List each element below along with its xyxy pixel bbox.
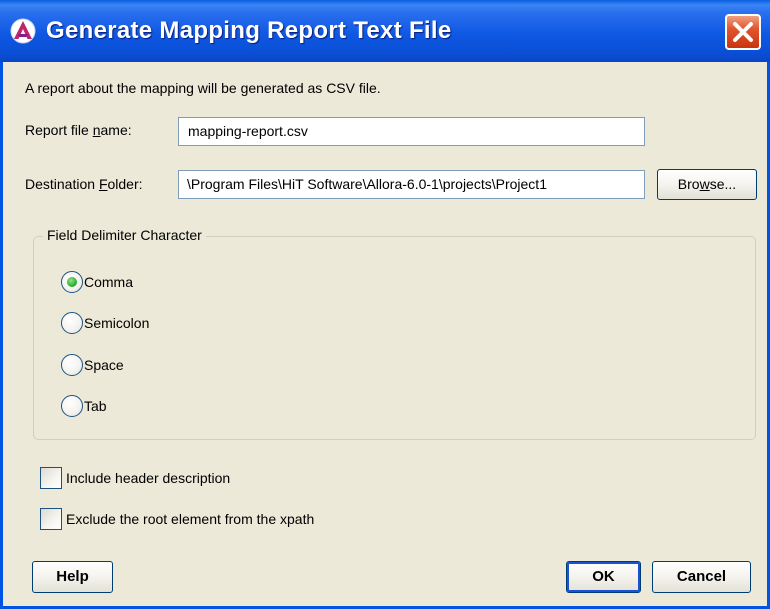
report-file-name-input[interactable]: mapping-report.csv xyxy=(178,117,645,146)
include-header-checkbox[interactable] xyxy=(40,467,62,489)
destination-folder-input[interactable]: \Program Files\HiT Software\Allora-6.0-1… xyxy=(178,170,645,199)
browse-button[interactable]: Browse... xyxy=(657,169,757,200)
window-title: Generate Mapping Report Text File xyxy=(46,17,452,44)
dialog-window: Generate Mapping Report Text File A repo… xyxy=(0,0,770,609)
exclude-root-checkbox[interactable] xyxy=(40,508,62,530)
destination-folder-label: Destination Folder: xyxy=(25,176,143,192)
field-delimiter-title: Field Delimiter Character xyxy=(43,227,206,243)
exclude-root-label: Exclude the root element from the xpath xyxy=(66,511,315,527)
report-file-name-label: Report file name: xyxy=(25,122,132,138)
radio-selected-dot xyxy=(67,277,77,287)
radio-space-label: Space xyxy=(84,357,124,373)
radio-semicolon[interactable] xyxy=(61,312,83,334)
cancel-button[interactable]: Cancel xyxy=(652,561,751,593)
dialog-description: A report about the mapping will be gener… xyxy=(25,80,381,96)
close-icon xyxy=(733,22,753,42)
title-bar[interactable]: Generate Mapping Report Text File xyxy=(0,0,770,62)
help-button[interactable]: Help xyxy=(32,561,113,593)
radio-tab[interactable] xyxy=(61,395,83,417)
field-delimiter-group xyxy=(33,236,756,440)
radio-space[interactable] xyxy=(61,354,83,376)
radio-comma[interactable] xyxy=(61,271,83,293)
radio-tab-label: Tab xyxy=(84,398,107,414)
radio-comma-label: Comma xyxy=(84,274,134,290)
radio-semicolon-label: Semicolon xyxy=(84,315,150,331)
ok-button[interactable]: OK xyxy=(566,561,641,593)
allora-app-icon xyxy=(10,18,36,44)
close-button[interactable] xyxy=(725,14,761,50)
include-header-label: Include header description xyxy=(66,470,231,486)
